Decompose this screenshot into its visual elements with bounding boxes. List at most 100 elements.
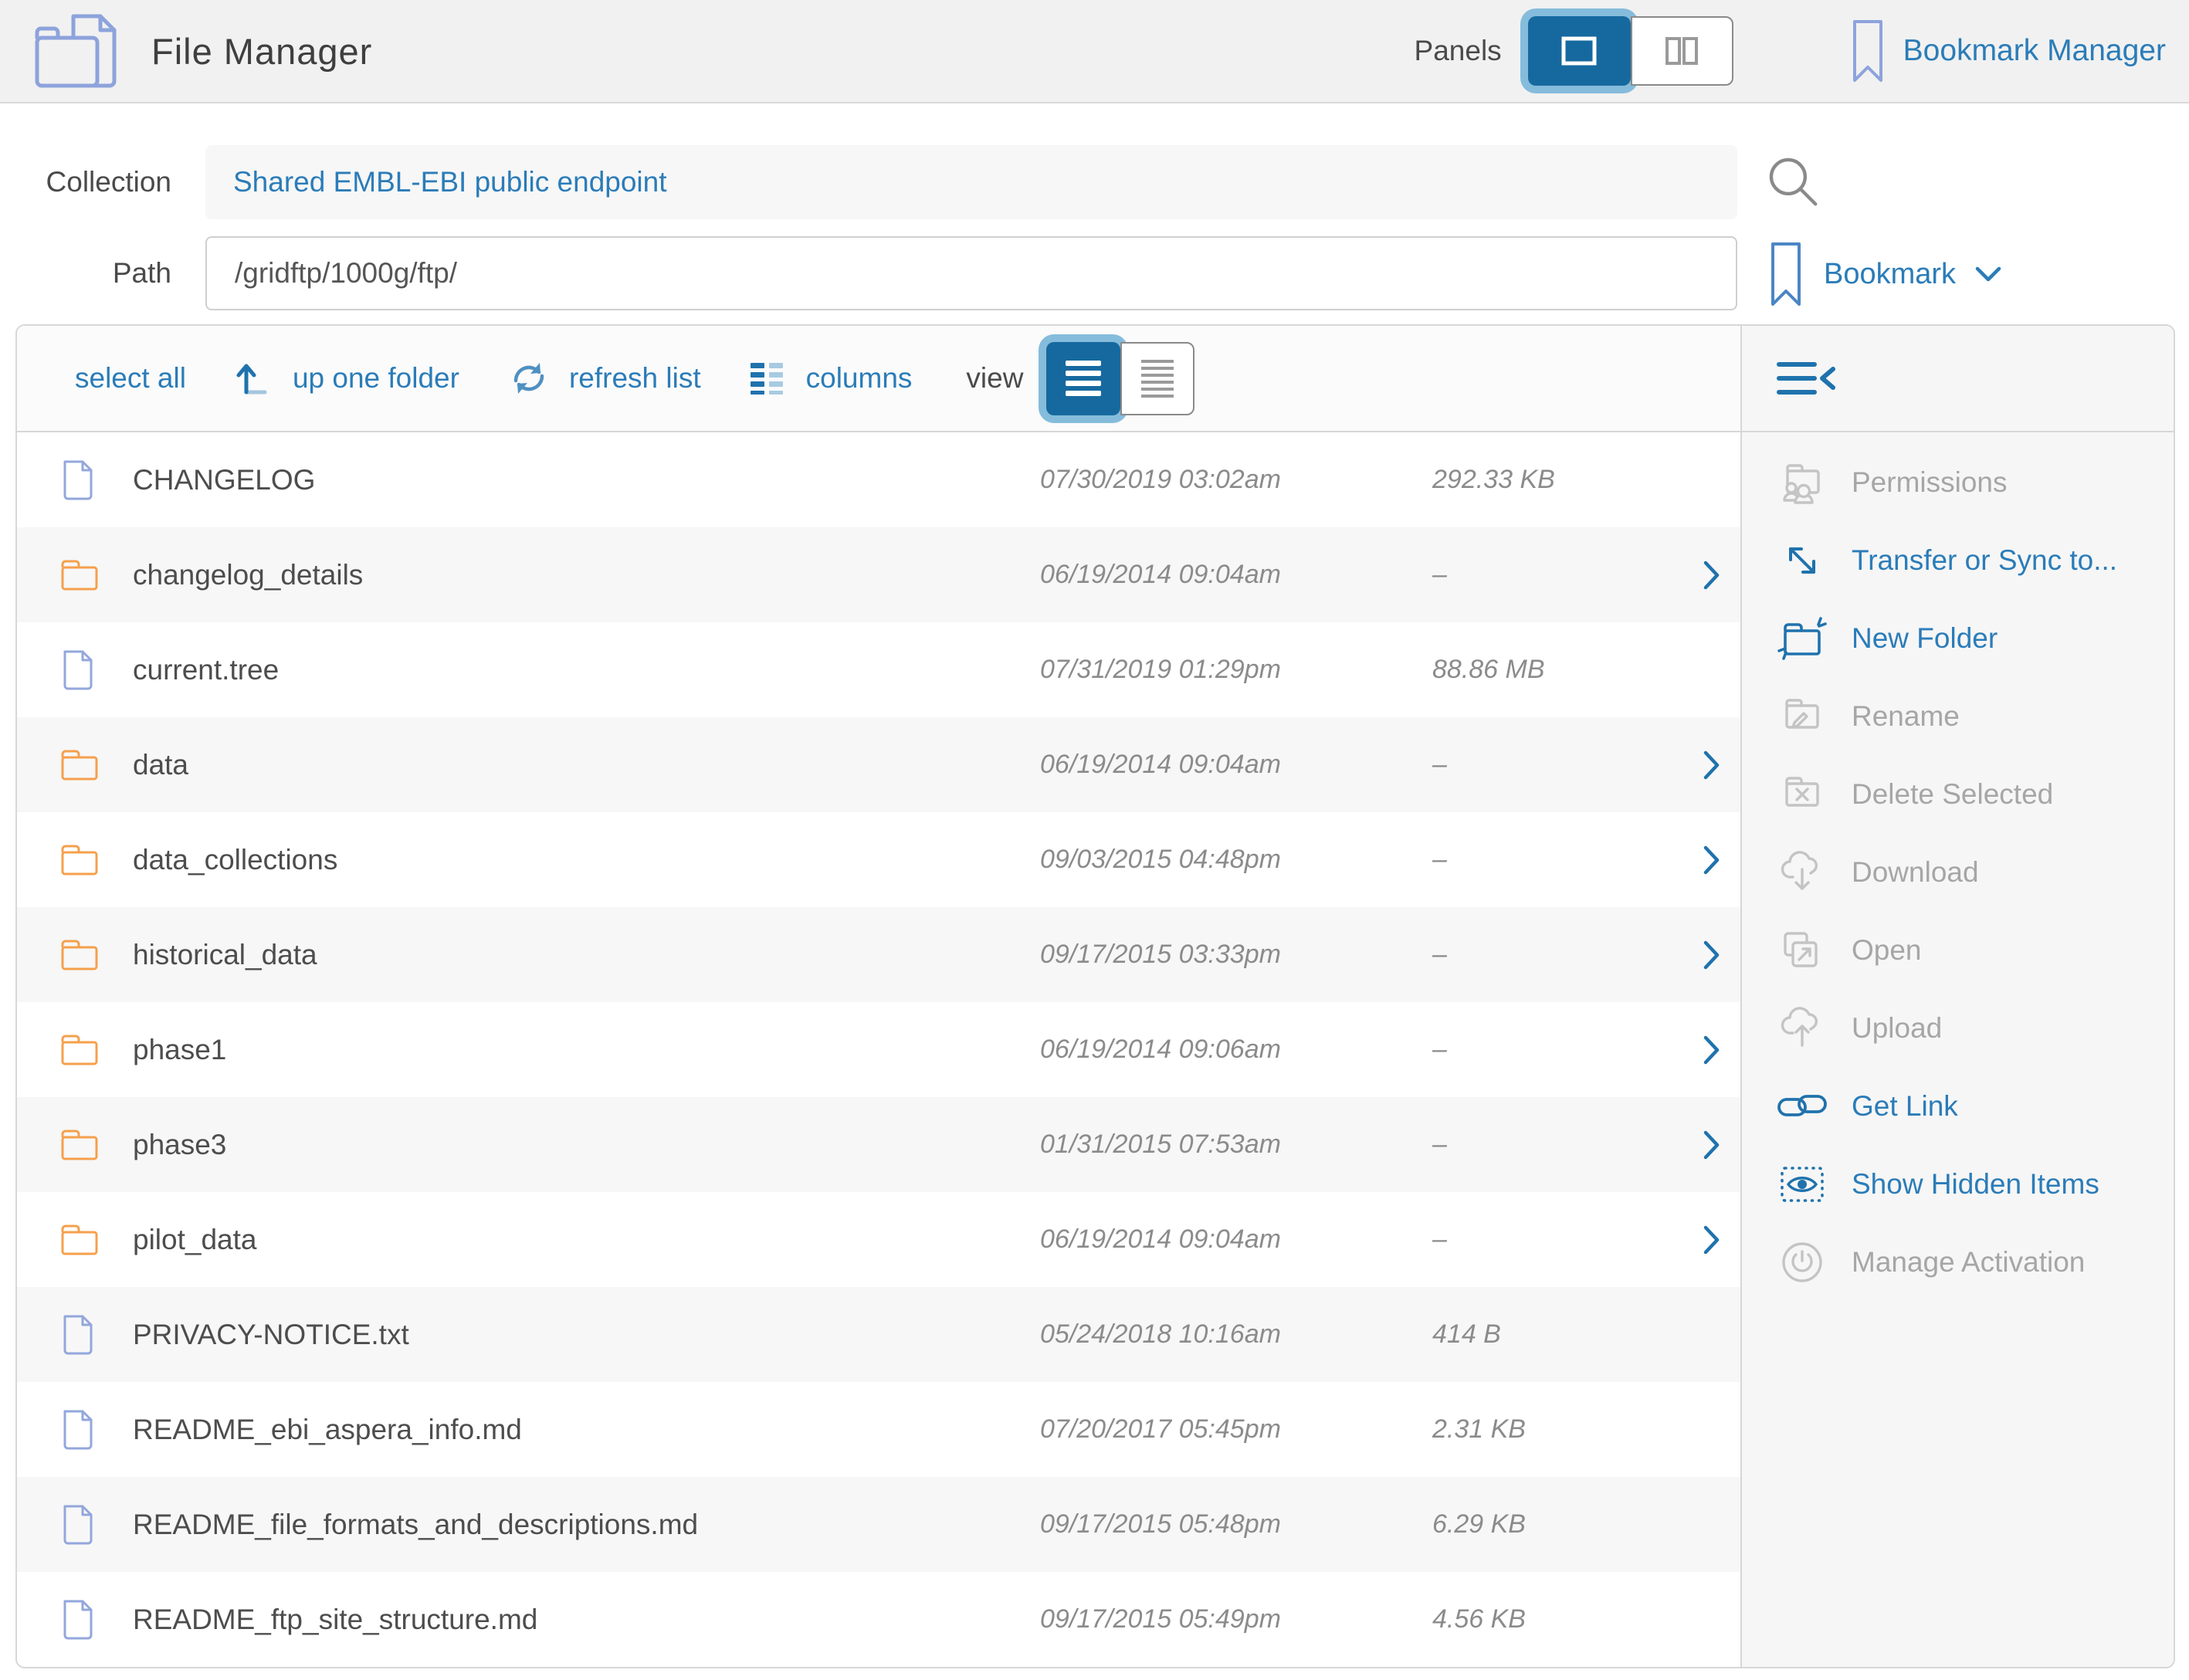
- open-folder-chevron-icon[interactable]: [1702, 1129, 1722, 1161]
- file-icon: [59, 1314, 133, 1356]
- refresh-icon: [507, 357, 551, 400]
- panels-dual-button[interactable]: [1631, 16, 1733, 86]
- up-one-folder-button[interactable]: up one folder: [234, 358, 459, 398]
- file-size: –: [1432, 750, 1702, 780]
- refresh-list-button[interactable]: refresh list: [507, 357, 701, 400]
- bookmark-manager-button[interactable]: Bookmark Manager: [1851, 19, 2166, 83]
- page-title: File Manager: [151, 30, 372, 73]
- up-one-folder-icon: [234, 358, 274, 398]
- sidebar-item-get-link[interactable]: Get Link: [1742, 1067, 2174, 1145]
- file-modified: 07/20/2017 05:45pm: [1040, 1414, 1432, 1445]
- sidebar-item-open: Open: [1742, 911, 2174, 989]
- permissions-icon: [1770, 460, 1835, 505]
- file-modified: 01/31/2015 07:53am: [1040, 1130, 1432, 1160]
- sidebar-item-label: Upload: [1852, 1012, 1942, 1045]
- show-hidden-icon: [1770, 1163, 1835, 1206]
- file-modified: 06/19/2014 09:04am: [1040, 1224, 1432, 1255]
- file-name: data_collections: [133, 844, 1040, 876]
- view-label: view: [966, 362, 1023, 395]
- select-all-button[interactable]: select all: [75, 362, 186, 395]
- view-list-button[interactable]: [1046, 342, 1120, 415]
- file-name: PRIVACY-NOTICE.txt: [133, 1319, 1040, 1351]
- table-row[interactable]: data06/19/2014 09:04am–: [17, 717, 1740, 812]
- refresh-list-label: refresh list: [569, 362, 701, 395]
- folder-icon: [59, 1222, 133, 1258]
- file-modified: 06/19/2014 09:06am: [1040, 1035, 1432, 1065]
- dual-panel-icon: [1663, 36, 1700, 66]
- sidebar-header: [1742, 326, 2174, 432]
- file-modified: 06/19/2014 09:04am: [1040, 560, 1432, 590]
- file-size: –: [1432, 560, 1702, 590]
- table-row[interactable]: README_file_formats_and_descriptions.md0…: [17, 1477, 1740, 1572]
- file-modified: 09/17/2015 05:49pm: [1040, 1604, 1432, 1634]
- open-folder-chevron-icon[interactable]: [1702, 939, 1722, 971]
- file-size: 414 B: [1432, 1319, 1702, 1350]
- file-manager-logo-icon: [31, 10, 122, 92]
- folder-icon: [59, 937, 133, 973]
- collection-input[interactable]: Shared EMBL-EBI public endpoint: [205, 145, 1737, 219]
- table-row[interactable]: changelog_details06/19/2014 09:04am–: [17, 527, 1740, 622]
- file-name: CHANGELOG: [133, 464, 1040, 496]
- table-row[interactable]: phase301/31/2015 07:53am–: [17, 1097, 1740, 1192]
- bookmark-path-icon: [1770, 241, 1802, 307]
- open-folder-chevron-icon[interactable]: [1702, 559, 1722, 591]
- file-name: historical_data: [133, 939, 1040, 971]
- new-folder-icon: [1770, 615, 1835, 662]
- sidebar-item-new-folder[interactable]: New Folder: [1742, 599, 2174, 677]
- transfer-icon: [1770, 538, 1835, 583]
- file-name: current.tree: [133, 654, 1040, 686]
- table-row[interactable]: pilot_data06/19/2014 09:04am–: [17, 1192, 1740, 1287]
- file-name: README_ebi_aspera_info.md: [133, 1414, 1040, 1446]
- table-row[interactable]: phase106/19/2014 09:06am–: [17, 1002, 1740, 1097]
- bookmark-button[interactable]: Bookmark: [1770, 241, 2004, 307]
- file-toolbar: select all up one folder: [17, 326, 1740, 432]
- compact-view-icon: [1141, 360, 1174, 398]
- file-size: 292.33 KB: [1432, 465, 1702, 495]
- sidebar-item-manage-activation: Manage Activation: [1742, 1223, 2174, 1301]
- open-folder-chevron-icon[interactable]: [1702, 844, 1722, 876]
- download-icon: [1770, 849, 1835, 896]
- search-icon[interactable]: [1763, 151, 1823, 212]
- open-folder-chevron-icon[interactable]: [1702, 1224, 1722, 1256]
- table-row[interactable]: historical_data09/17/2015 03:33pm–: [17, 907, 1740, 1002]
- file-size: 2.31 KB: [1432, 1414, 1702, 1445]
- collection-label: Collection: [0, 166, 171, 198]
- sidebar-item-rename: Rename: [1742, 677, 2174, 755]
- table-row[interactable]: current.tree07/31/2019 01:29pm88.86 MB: [17, 622, 1740, 717]
- bookmark-label: Bookmark: [1824, 258, 1956, 291]
- sidebar-item-label: Permissions: [1852, 466, 2008, 499]
- folder-icon: [59, 1127, 133, 1163]
- file-name: data: [133, 749, 1040, 781]
- sidebar-item-show-hidden-items[interactable]: Show Hidden Items: [1742, 1145, 2174, 1223]
- table-row[interactable]: CHANGELOG07/30/2019 03:02am292.33 KB: [17, 432, 1740, 527]
- open-folder-chevron-icon[interactable]: [1702, 749, 1722, 781]
- file-icon: [59, 1504, 133, 1546]
- columns-icon: [749, 361, 788, 396]
- app-header: File Manager Panels Bookmark Manager: [0, 0, 2189, 103]
- collapse-sidebar-icon[interactable]: [1774, 358, 1838, 398]
- chevron-down-icon: [1973, 263, 2004, 285]
- single-panel-icon: [1560, 36, 1598, 66]
- sidebar-item-transfer-or-sync-to[interactable]: Transfer or Sync to...: [1742, 521, 2174, 599]
- table-row[interactable]: data_collections09/03/2015 04:48pm–: [17, 812, 1740, 907]
- sidebar-item-label: Open: [1852, 934, 1922, 967]
- open-folder-chevron-icon[interactable]: [1702, 1034, 1722, 1066]
- table-row[interactable]: README_ebi_aspera_info.md07/20/2017 05:4…: [17, 1382, 1740, 1477]
- file-modified: 09/17/2015 03:33pm: [1040, 940, 1432, 970]
- panels-single-button[interactable]: [1528, 16, 1631, 86]
- path-input[interactable]: /gridftp/1000g/ftp/: [205, 236, 1737, 310]
- file-modified: 05/24/2018 10:16am: [1040, 1319, 1432, 1350]
- view-compact-button[interactable]: [1120, 342, 1194, 415]
- upload-icon: [1770, 1005, 1835, 1052]
- columns-button[interactable]: columns: [749, 361, 913, 396]
- table-row[interactable]: PRIVACY-NOTICE.txt05/24/2018 10:16am414 …: [17, 1287, 1740, 1382]
- sidebar-item-delete-selected: Delete Selected: [1742, 755, 2174, 833]
- sidebar-item-label: Delete Selected: [1852, 778, 2053, 811]
- columns-label: columns: [806, 362, 913, 395]
- file-name: phase1: [133, 1034, 1040, 1066]
- sidebar-item-upload: Upload: [1742, 989, 2174, 1067]
- sidebar-item-label: Get Link: [1852, 1090, 1958, 1123]
- file-icon: [59, 649, 133, 691]
- table-row[interactable]: README_ftp_site_structure.md09/17/2015 0…: [17, 1572, 1740, 1667]
- rename-icon: [1770, 695, 1835, 738]
